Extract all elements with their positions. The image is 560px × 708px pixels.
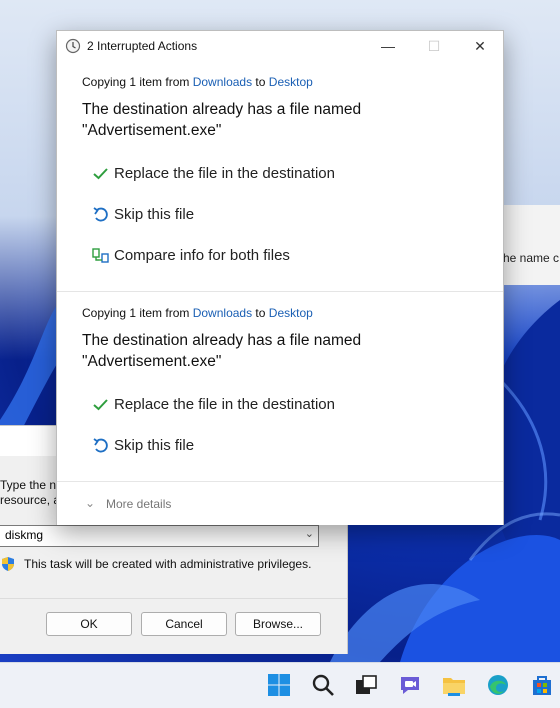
source-link[interactable]: Downloads [193,306,252,320]
run-open-combobox[interactable]: diskmg ⌄ [0,525,319,547]
browse-button[interactable]: Browse... [235,612,321,636]
search-icon[interactable] [309,671,337,699]
checkmark-icon [93,168,108,180]
chat-icon[interactable] [396,671,424,699]
maximize-button: ☐ [427,38,441,54]
conflict-headline: The destination already has a file named… [82,332,362,370]
destination-link[interactable]: Desktop [269,75,313,89]
taskbar [0,662,560,708]
background-window: he name c [500,205,560,285]
dialog-title: 2 Interrupted Actions [87,39,198,53]
compare-icon [92,248,109,263]
conflict-headline: The destination already has a file named… [82,101,362,139]
source-link[interactable]: Downloads [193,75,252,89]
chevron-down-icon[interactable]: ⌄ [305,527,314,540]
more-details-toggle[interactable]: ⌄ More details [57,481,503,525]
edge-browser-icon[interactable] [484,671,512,699]
clock-icon [65,38,81,54]
windows-start-icon[interactable] [265,671,293,699]
file-explorer-icon[interactable] [440,671,468,699]
background-window-text: he name c [503,251,560,265]
more-details-label[interactable]: More details [106,497,171,511]
close-button[interactable]: ✕ [457,31,503,62]
cancel-button[interactable]: Cancel [141,612,227,636]
title-bar: 2 Interrupted Actions — ☐ ✕ [57,31,503,62]
chevron-down-icon[interactable]: ⌄ [85,496,95,510]
section-divider [57,291,503,292]
uac-shield-icon [2,557,14,571]
skip-arrow-icon [93,438,108,453]
run-dialog-footer: OK Cancel Browse... [0,598,347,654]
ok-button[interactable]: OK [46,612,132,636]
skip-arrow-icon [93,207,108,222]
store-icon[interactable] [528,671,556,699]
task-view-icon[interactable] [352,671,380,699]
run-input-value[interactable]: diskmg [5,528,43,542]
copy-info: Copying 1 item from Downloads to Desktop [82,75,313,89]
minimize-button[interactable]: — [365,31,411,62]
checkmark-icon [93,399,108,411]
interrupted-actions-dialog: 2 Interrupted Actions — ☐ ✕ Copying 1 it… [56,30,504,525]
destination-link[interactable]: Desktop [269,306,313,320]
copy-info: Copying 1 item from Downloads to Desktop [82,306,313,320]
run-description: Type the na resource, a [0,478,60,507]
